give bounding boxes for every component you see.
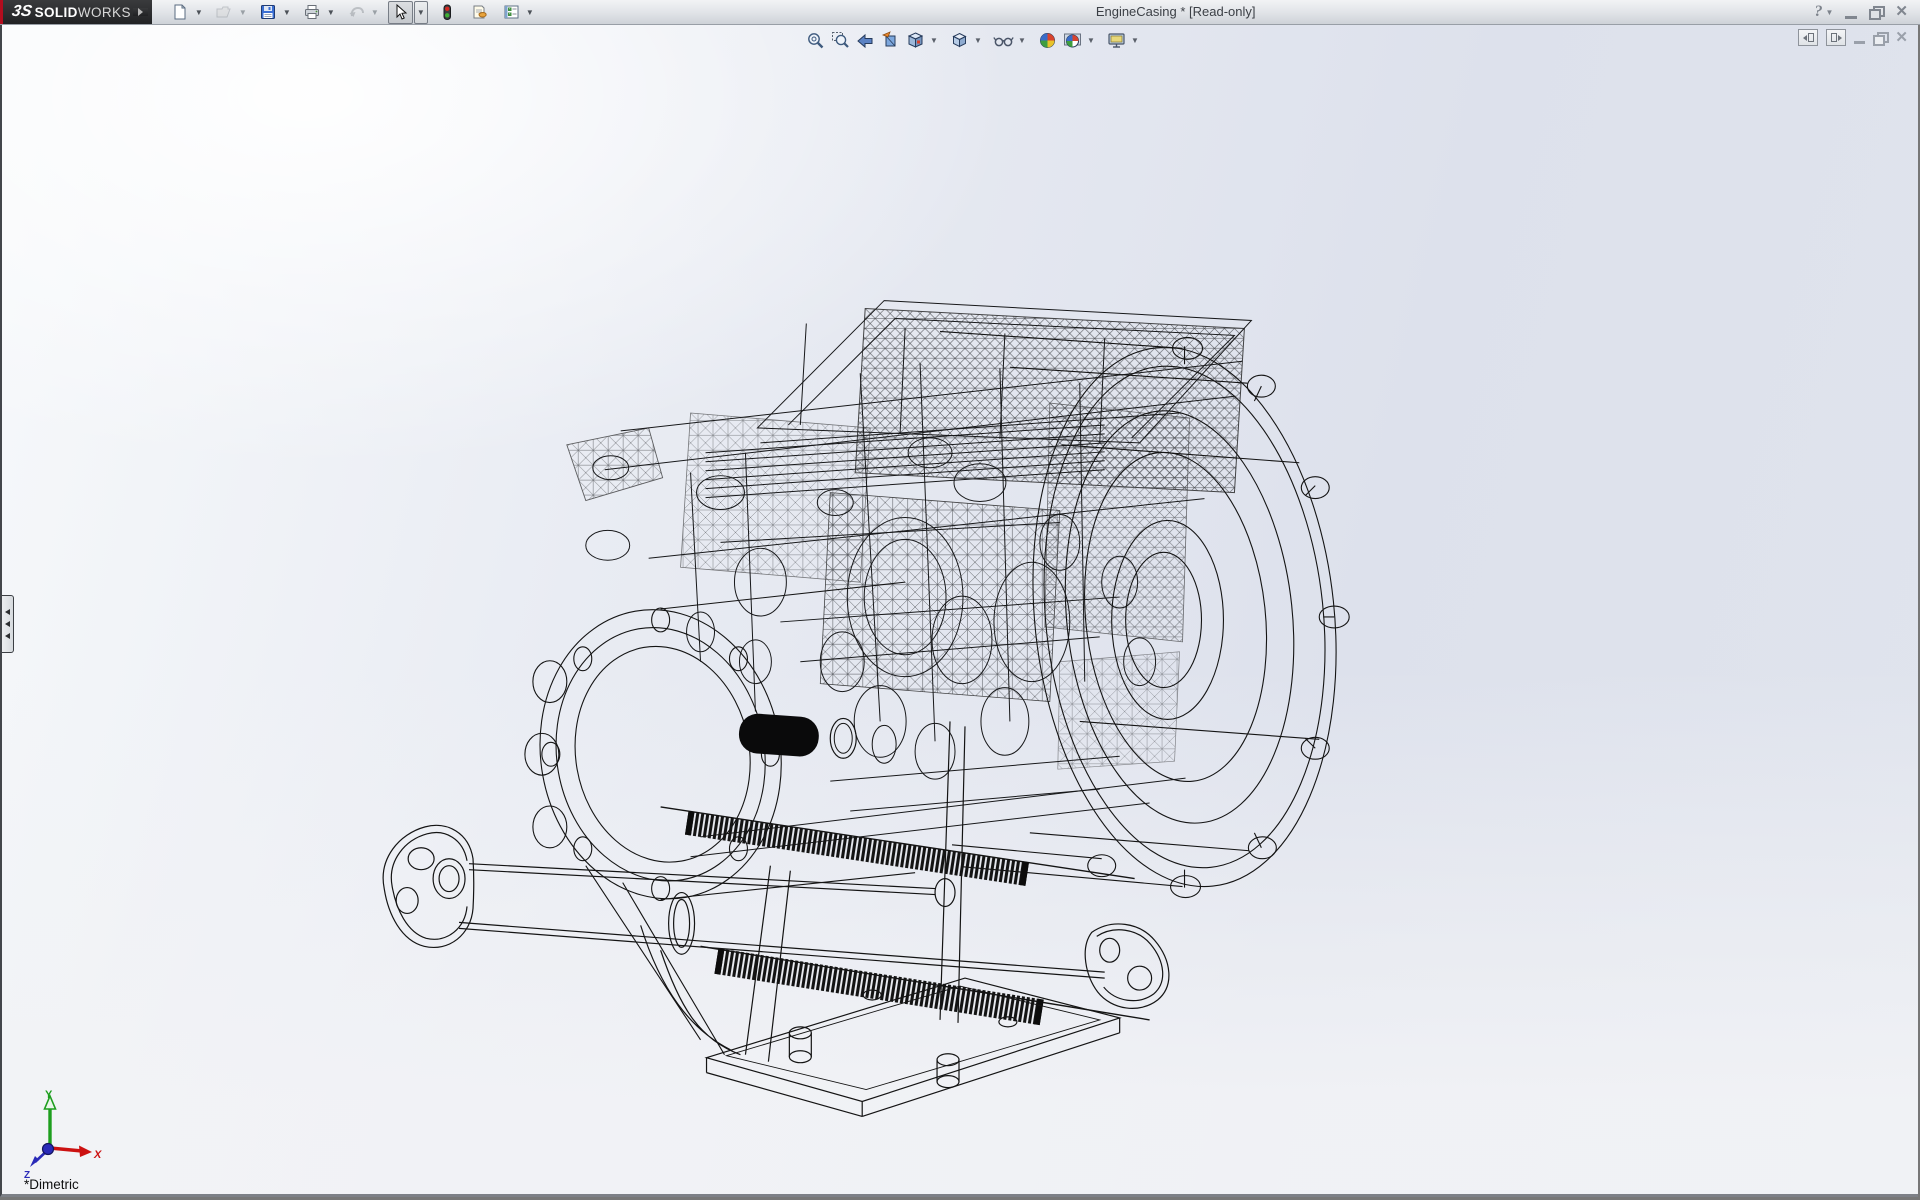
document-close-button[interactable]: ✕ <box>1895 30 1908 46</box>
display-style-button[interactable] <box>948 29 971 52</box>
solidworks-menu-button[interactable]: 3S SOLIDWORKS <box>0 0 152 24</box>
restore-button[interactable] <box>1869 6 1883 18</box>
graphics-area[interactable]: ▼ ▼ ▼ <box>0 25 1918 1197</box>
hide-show-items-dropdown[interactable]: ▼ <box>1017 36 1027 45</box>
apply-scene-dropdown[interactable]: ▼ <box>1086 36 1096 45</box>
select-tool-button[interactable] <box>388 1 413 24</box>
display-style-dropdown[interactable]: ▼ <box>973 36 983 45</box>
sheet-hand-icon <box>471 4 488 20</box>
view-orientation-dropdown[interactable]: ▼ <box>929 36 939 45</box>
select-tool-dropdown[interactable]: ▼ <box>414 1 428 24</box>
chevron-left-icon <box>5 609 10 615</box>
coordinate-triad: Y X Z <box>14 1088 106 1180</box>
solidworks-window: 3S SOLIDWORKS ▼ <box>0 0 1920 1200</box>
pane-toggle-right-button[interactable] <box>1826 29 1846 46</box>
view-orientation-button[interactable] <box>904 29 927 52</box>
question-mark-icon: ? <box>1815 2 1823 22</box>
save-floppy-icon <box>260 4 276 20</box>
new-document-dropdown[interactable]: ▼ <box>193 2 205 23</box>
title-bar: 3S SOLIDWORKS ▼ <box>0 0 1920 25</box>
scene-sphere-icon <box>1063 31 1082 50</box>
zoom-area-icon <box>831 31 850 50</box>
solidworks-logo-works: WORKS <box>78 5 131 20</box>
view-settings-button[interactable] <box>1105 29 1128 52</box>
help-button[interactable]: ? ▼ <box>1815 2 1834 22</box>
apply-scene-button[interactable] <box>1061 29 1084 52</box>
view-orientation-icon <box>906 31 925 50</box>
crankcase-dense-geometry[interactable] <box>567 309 1245 770</box>
pane-box-icon <box>1831 33 1837 42</box>
solidworks-logo-glyph: 3S <box>1 3 36 21</box>
options-dropdown[interactable]: ▼ <box>524 2 536 23</box>
document-window-controls: ✕ <box>1798 29 1908 46</box>
glasses-icon <box>993 31 1014 50</box>
open-document-button[interactable] <box>212 1 237 24</box>
triad-x-label: X <box>93 1149 102 1161</box>
monitor-icon <box>1107 31 1127 50</box>
help-dropdown[interactable]: ▼ <box>1826 8 1834 17</box>
document-minimize-button[interactable] <box>1854 32 1865 44</box>
save-button[interactable] <box>256 1 281 24</box>
headsup-view-toolbar: ▼ ▼ ▼ <box>804 29 1140 52</box>
chevron-right-icon <box>138 8 143 16</box>
zoom-fit-icon <box>806 31 825 50</box>
chevron-left-icon <box>5 633 10 639</box>
zoom-to-fit-button[interactable] <box>804 29 827 52</box>
pane-box-icon <box>1808 33 1814 42</box>
window-controls: ? ▼ ✕ <box>1809 0 1920 24</box>
minimize-button[interactable] <box>1845 6 1857 19</box>
open-document-dropdown[interactable]: ▼ <box>237 2 249 23</box>
rebuild-button[interactable] <box>435 1 460 24</box>
collapse-left-icon <box>1803 35 1807 41</box>
zoom-to-area-button[interactable] <box>829 29 852 52</box>
previous-view-button[interactable] <box>854 29 877 52</box>
traffic-light-icon <box>440 4 454 21</box>
print-dropdown[interactable]: ▼ <box>325 2 337 23</box>
view-orientation-label: *Dimetric <box>24 1177 79 1192</box>
view-settings-dropdown[interactable]: ▼ <box>1130 36 1140 45</box>
file-properties-button[interactable] <box>467 1 492 24</box>
edit-appearance-button[interactable] <box>1036 29 1059 52</box>
undo-button[interactable] <box>344 1 369 24</box>
appearance-sphere-icon <box>1038 31 1057 50</box>
select-cursor-icon <box>392 4 408 20</box>
options-button[interactable] <box>499 1 524 24</box>
print-button[interactable] <box>300 1 325 24</box>
chevron-left-icon <box>5 621 10 627</box>
pane-toggle-left-button[interactable] <box>1798 29 1818 46</box>
previous-view-icon <box>856 31 875 50</box>
new-document-icon <box>172 4 188 20</box>
triad-y-label: Y <box>45 1089 53 1101</box>
model-wireframe[interactable] <box>2 25 1918 1194</box>
feature-tree-collapsed-tab[interactable] <box>2 595 14 653</box>
open-folder-icon <box>216 4 232 20</box>
section-view-button[interactable] <box>879 29 902 52</box>
base-plate[interactable] <box>641 721 1120 1116</box>
standard-toolbar: ▼ ▼ <box>168 0 543 24</box>
solidworks-logo-solid: SOLID <box>35 5 78 20</box>
coil-springs[interactable] <box>661 807 1150 1025</box>
collapse-right-icon <box>1838 35 1842 41</box>
save-dropdown[interactable]: ▼ <box>281 2 293 23</box>
printer-icon <box>304 4 320 20</box>
close-button[interactable]: ✕ <box>1895 3 1908 21</box>
undo-dropdown[interactable]: ▼ <box>369 2 381 23</box>
menu-expand-arrow[interactable] <box>133 8 148 16</box>
display-style-icon <box>950 31 969 50</box>
new-document-button[interactable] <box>168 1 193 24</box>
options-checklist-icon <box>503 4 520 20</box>
document-restore-button[interactable] <box>1873 32 1887 44</box>
section-view-icon <box>881 31 900 50</box>
undo-arrow-icon <box>348 4 365 20</box>
hide-show-items-button[interactable] <box>992 29 1015 52</box>
document-title: EngineCasing * [Read-only] <box>543 0 1809 24</box>
